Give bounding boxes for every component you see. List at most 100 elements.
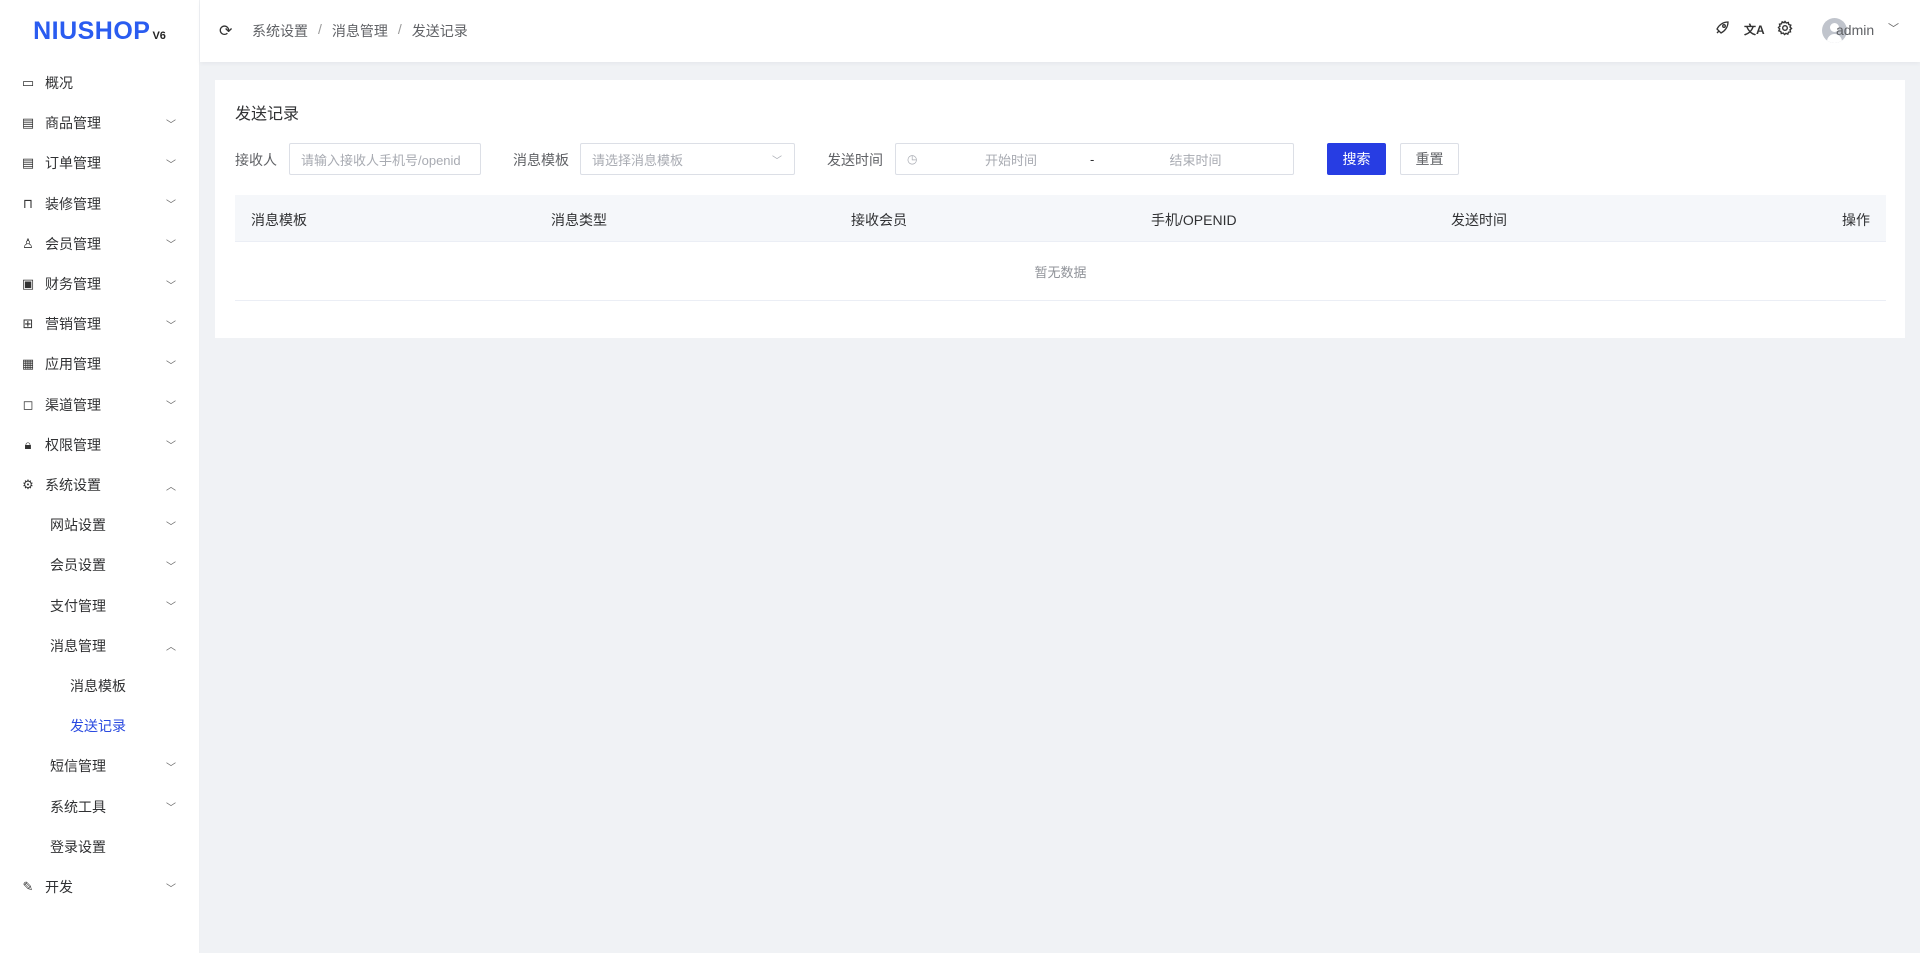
chevron-down-icon: ﹀	[166, 280, 176, 292]
sidebar-item[interactable]: 系统工具 ﹀	[0, 787, 200, 827]
sidebar-item-label: 会员管理	[45, 235, 101, 252]
table-header: 消息模板 消息类型 接收会员 手机/OPENID 发送时间 操作	[235, 195, 1886, 242]
sidebar-item-label: 渠道管理	[45, 396, 101, 413]
sidebar-item-label: 短信管理	[50, 758, 106, 775]
time-label: 发送时间	[827, 152, 883, 168]
gear-icon[interactable]	[1777, 20, 1793, 40]
chevron-down-icon: ﹀	[166, 119, 176, 131]
sidebar-item[interactable]: 支付管理 ﹀	[0, 586, 200, 626]
start-time-input[interactable]: 开始时间	[896, 150, 1096, 169]
sidebar-item[interactable]: 消息管理 ︿	[0, 626, 200, 666]
sidebar-item-label: 概况	[45, 75, 73, 91]
logo-text: NIUSHOP	[33, 16, 151, 45]
apps-icon: ▦	[21, 356, 35, 372]
logo[interactable]: NIUSHOP V6	[0, 0, 199, 62]
column-header: 接收会员	[851, 212, 907, 228]
goods-icon: ▤	[21, 115, 35, 131]
range-separator: -	[1090, 151, 1095, 167]
edit-icon: ✎	[22, 879, 34, 894]
chevron-down-icon: ﹀	[166, 521, 176, 533]
chevron-down-icon: ﹀	[166, 762, 176, 774]
column-header: 消息类型	[551, 212, 607, 228]
chevron-down-icon: ﹀	[166, 360, 176, 372]
column-header: 消息模板	[251, 212, 307, 228]
search-button[interactable]: 搜索	[1327, 143, 1386, 175]
order-icon: ▤	[21, 155, 35, 171]
receiver-placeholder: 请输入接收人手机号/openid	[301, 152, 461, 168]
receiver-label: 接收人	[235, 152, 277, 168]
refresh-icon[interactable]: ⟳	[219, 21, 232, 41]
sidebar-item[interactable]: ⊞ 营销管理 ﹀	[0, 304, 200, 344]
sidebar-item-label: 网站设置	[50, 517, 106, 534]
empty-text: 暂无数据	[1034, 264, 1087, 280]
chevron-down-icon: ﹀	[166, 159, 176, 171]
chevron-down-icon: ﹀	[772, 155, 782, 167]
lock-icon: 🔒︎	[24, 436, 32, 452]
sidebar-item-label: 系统工具	[50, 798, 106, 815]
sidebar-item[interactable]: ▣ 财务管理 ﹀	[0, 264, 200, 304]
logo-version: V6	[152, 30, 166, 42]
sidebar-item[interactable]: 会员设置 ﹀	[0, 545, 200, 585]
sidebar-item-label: 支付管理	[50, 597, 106, 614]
sidebar-item-label: 会员设置	[50, 557, 106, 574]
template-placeholder: 请选择消息模板	[592, 152, 684, 168]
receiver-input[interactable]: 请输入接收人手机号/openid	[289, 143, 481, 175]
chevron-down-icon: ﹀	[166, 602, 176, 614]
sidebar-item[interactable]: ⊓ 装修管理 ﹀	[0, 184, 200, 224]
sidebar-item-label: 商品管理	[45, 115, 101, 132]
sidebar-item-label: 装修管理	[45, 195, 101, 212]
sidebar-item[interactable]: ▤ 订单管理 ﹀	[0, 143, 200, 183]
sidebar-item[interactable]: 消息模板	[0, 666, 200, 706]
template-select[interactable]: 请选择消息模板 ﹀	[580, 143, 795, 175]
table-empty: 暂无数据	[235, 242, 1886, 301]
sidebar-item[interactable]: 🔒︎ 权限管理 ﹀	[0, 425, 200, 465]
date-range-picker[interactable]: ◷ 开始时间 - 结束时间	[895, 143, 1294, 175]
chevron-down-icon: ﹀	[166, 320, 176, 332]
sidebar-item-label: 消息模板	[70, 678, 126, 694]
end-time-input[interactable]: 结束时间	[1096, 150, 1293, 169]
chevron-down-icon: ﹀	[166, 200, 176, 212]
breadcrumb: 系统设置 / 消息管理 / 发送记录	[252, 21, 468, 41]
sidebar-item[interactable]: ▤ 商品管理 ﹀	[0, 103, 200, 143]
sidebar-item[interactable]: ▭ 概况	[0, 63, 200, 103]
sidebar-item[interactable]: 网站设置 ﹀	[0, 505, 200, 545]
chevron-down-icon[interactable]: ﹀	[1888, 20, 1899, 36]
header: ⟳ 系统设置 / 消息管理 / 发送记录 文A admin ﹀	[200, 0, 1920, 62]
column-header: 手机/OPENID	[1151, 212, 1237, 228]
sidebar-item[interactable]: 登录设置	[0, 827, 200, 867]
translate-icon[interactable]: 文A	[1744, 21, 1765, 38]
sidebar-item[interactable]: ⚙ 系统设置 ︿	[0, 465, 200, 505]
finance-icon: ▣	[21, 276, 35, 291]
chevron-down-icon: ﹀	[166, 441, 176, 453]
gift-icon: ⊞	[22, 316, 34, 332]
sidebar-item[interactable]: ▦ 应用管理 ﹀	[0, 344, 200, 384]
breadcrumb-separator: /	[397, 21, 402, 37]
sidebar-item-label: 登录设置	[50, 838, 106, 855]
sidebar-item[interactable]: ♙ 会员管理 ﹀	[0, 224, 200, 264]
chart-monitor-icon: ▭	[21, 75, 35, 90]
rocket-icon[interactable]	[1714, 20, 1730, 40]
chevron-up-icon: ︿	[166, 481, 176, 493]
template-label: 消息模板	[513, 152, 569, 168]
chevron-down-icon: ﹀	[166, 401, 176, 413]
sidebar-item-label: 开发	[45, 879, 73, 895]
sidebar-item[interactable]: ◻ 渠道管理 ﹀	[0, 385, 200, 425]
breadcrumb-item[interactable]: 消息管理	[332, 21, 388, 41]
user-name[interactable]: admin	[1836, 22, 1874, 38]
decorate-icon: ⊓	[22, 195, 34, 211]
column-header: 发送时间	[1451, 212, 1507, 228]
chevron-down-icon: ﹀	[166, 883, 176, 895]
reset-button[interactable]: 重置	[1400, 143, 1459, 175]
sidebar-item[interactable]: 短信管理 ﹀	[0, 746, 200, 786]
sidebar-item[interactable]: 发送记录	[0, 706, 200, 746]
breadcrumb-separator: /	[318, 21, 322, 37]
breadcrumb-item: 发送记录	[411, 23, 468, 39]
sidebar-item-label: 订单管理	[45, 155, 101, 172]
chevron-down-icon: ﹀	[166, 240, 176, 252]
sidebar-item-label: 系统设置	[45, 477, 101, 493]
sidebar-item-label: 应用管理	[45, 356, 101, 373]
gear-icon: ⚙	[22, 477, 34, 492]
breadcrumb-item[interactable]: 系统设置	[252, 21, 308, 41]
page-title: 发送记录	[235, 106, 300, 123]
sidebar-item[interactable]: ✎ 开发 ﹀	[0, 867, 200, 907]
